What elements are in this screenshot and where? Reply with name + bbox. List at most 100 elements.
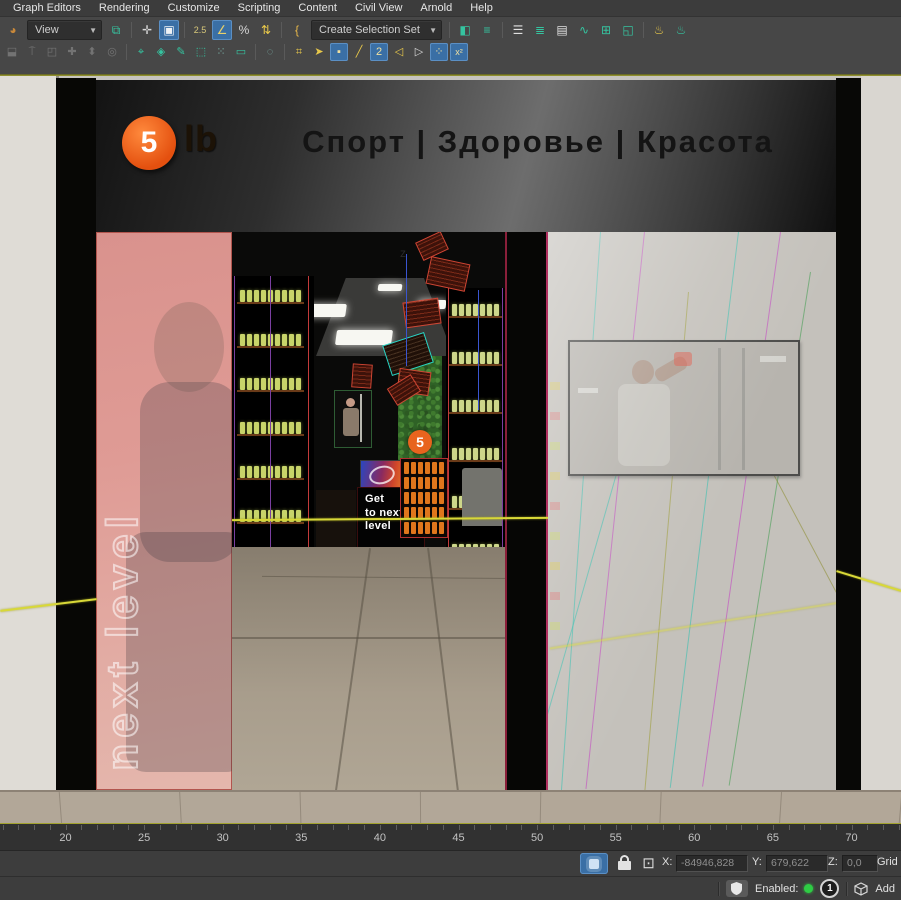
snap-marker-icon[interactable]: ⌖ — [132, 43, 150, 61]
menu-item-rendering[interactable]: Rendering — [90, 0, 159, 16]
schematic-view-icon[interactable]: ⊞ — [596, 20, 616, 40]
viewport[interactable]: 5 lb Спорт | Здоровье | Красота Get to n… — [0, 75, 901, 825]
hierarchy-icon[interactable]: ◰ — [43, 43, 61, 61]
select-and-place-icon[interactable]: ▣ — [159, 20, 179, 40]
frame-tick — [348, 825, 349, 830]
menu-item-graph-editors[interactable]: Graph Editors — [4, 0, 90, 16]
bind-icon[interactable]: ⬍ — [83, 43, 101, 61]
menu-item-content[interactable]: Content — [289, 0, 346, 16]
product-bottle — [418, 522, 423, 534]
vertex-snap-icon[interactable]: ▪ — [330, 43, 348, 61]
link-icon[interactable]: ✚ — [63, 43, 81, 61]
product-bottle — [254, 466, 259, 478]
crate[interactable] — [402, 298, 441, 329]
frame-tick — [789, 825, 790, 830]
edge-snap-icon[interactable]: ╱ — [350, 43, 368, 61]
ribbon-icon[interactable]: ▤ — [552, 20, 572, 40]
paint-select-icon[interactable]: ✎ — [172, 43, 190, 61]
chevron-down-icon: ▼ — [89, 26, 97, 35]
product-bottle — [452, 400, 457, 412]
transform-center-icon[interactable]: ⊡ — [640, 854, 657, 871]
mirror-icon[interactable]: ◧ — [455, 20, 475, 40]
checkout-shelf — [316, 490, 356, 552]
percent-snap-icon[interactable]: % — [234, 20, 254, 40]
loop-icon[interactable]: ◎ — [103, 43, 121, 61]
product-bottle — [296, 290, 301, 302]
menu-item-help[interactable]: Help — [461, 0, 502, 16]
timeline-ruler[interactable]: 2025303540455055606570 — [0, 824, 901, 851]
menu-item-scripting[interactable]: Scripting — [229, 0, 290, 16]
curve-editor-icon[interactable]: ∿ — [574, 20, 594, 40]
frame-label: 65 — [767, 832, 779, 844]
scene-cube-icon[interactable] — [854, 882, 868, 896]
normal-snap-icon[interactable]: ◁ — [390, 43, 408, 61]
product-bottle — [432, 522, 437, 534]
render-iterative-icon[interactable]: ♨ — [671, 20, 691, 40]
render-setup-icon[interactable]: ♨ — [649, 20, 669, 40]
notification-badge[interactable]: 1 — [820, 879, 839, 898]
crate[interactable] — [426, 256, 471, 292]
face-snap-icon[interactable]: ▷ — [410, 43, 428, 61]
frame-tick — [144, 825, 145, 830]
scene-explorer-icon[interactable]: ≣ — [530, 20, 550, 40]
isolate-selection-button[interactable] — [580, 853, 608, 874]
moss-logo-circle: 5 — [408, 430, 432, 454]
menu-item-arnold[interactable]: Arnold — [411, 0, 461, 16]
align-icon[interactable]: ≡ — [477, 20, 497, 40]
y-coord-label: Y: — [752, 856, 762, 868]
snap-3d-icon[interactable]: ⁘ — [430, 43, 448, 61]
x-coord-field[interactable]: -84946,828 — [676, 855, 748, 872]
capsule-icon[interactable]: ▭ — [232, 43, 250, 61]
frame-tick — [396, 825, 397, 830]
toolbar-area: ◕View▼⧉ ✛▣ 2.5∠%⇅ {Create Selection Set▼ ◧≡ ☰… — [0, 17, 901, 75]
store-logo-circle: 5 — [122, 116, 176, 170]
material-editor-icon[interactable]: ◱ — [618, 20, 638, 40]
frame-tick — [270, 825, 271, 830]
product-bottle — [494, 352, 499, 364]
snap-gizmo-icon[interactable]: ◈ — [152, 43, 170, 61]
z-coord-field[interactable]: 0,0 — [842, 855, 878, 872]
crate[interactable] — [351, 363, 373, 388]
reference-coordinate-dropdown[interactable]: View▼ — [27, 20, 102, 40]
bottom-bar: Enabled: 1 Add — [0, 877, 901, 900]
product-bottle — [459, 400, 464, 412]
frame-tick — [459, 825, 460, 830]
add-label[interactable]: Add — [875, 883, 895, 895]
snap-x2-icon[interactable]: x² — [450, 43, 468, 61]
pointer-snap-icon[interactable]: ➤ — [310, 43, 328, 61]
use-center-icon[interactable]: ⧉ — [106, 20, 126, 40]
selection-lock-icon[interactable] — [618, 855, 631, 871]
menu-item-civil-view[interactable]: Civil View — [346, 0, 411, 16]
edit-named-selection-icon[interactable]: { — [287, 20, 307, 40]
frame-label: 55 — [610, 832, 622, 844]
frame-tick — [836, 825, 837, 830]
product-bottle — [439, 477, 444, 489]
workspace-icon[interactable]: ◕ — [3, 20, 23, 40]
toolbar-separator — [284, 44, 285, 60]
y-coord-field[interactable]: 679,622 — [766, 855, 828, 872]
angle-snap-icon[interactable]: ∠ — [212, 20, 232, 40]
menu-item-customize[interactable]: Customize — [159, 0, 229, 16]
product-bottle — [289, 378, 294, 390]
layer-explorer-icon[interactable]: ☰ — [508, 20, 528, 40]
dots-grid-icon[interactable]: ⁙ — [212, 43, 230, 61]
snaps-toggle-icon[interactable]: 2.5 — [190, 20, 210, 40]
frame-tick — [34, 825, 35, 830]
moss-logo-number: 5 — [416, 434, 424, 450]
grid-snap-icon[interactable]: ⌗ — [290, 43, 308, 61]
frame-tick — [883, 825, 884, 830]
product-bottle — [487, 352, 492, 364]
select-and-move-icon[interactable]: ✛ — [137, 20, 157, 40]
product-bottle — [411, 462, 416, 474]
product-bottle — [261, 378, 266, 390]
create-selection-set-dropdown[interactable]: Create Selection Set▼ — [311, 20, 442, 40]
sub-object-icon[interactable]: ⬓ — [3, 43, 21, 61]
region-select-icon[interactable]: ⬚ — [192, 43, 210, 61]
frame-label: 30 — [217, 832, 229, 844]
circle-dots-icon[interactable]: ◌ — [261, 43, 279, 61]
security-shield-icon[interactable] — [726, 880, 748, 897]
product-bottle — [261, 334, 266, 346]
pivot-icon[interactable]: ⍑ — [23, 43, 41, 61]
midpoint-snap-icon[interactable]: 2 — [370, 43, 388, 61]
spinner-snap-icon[interactable]: ⇅ — [256, 20, 276, 40]
